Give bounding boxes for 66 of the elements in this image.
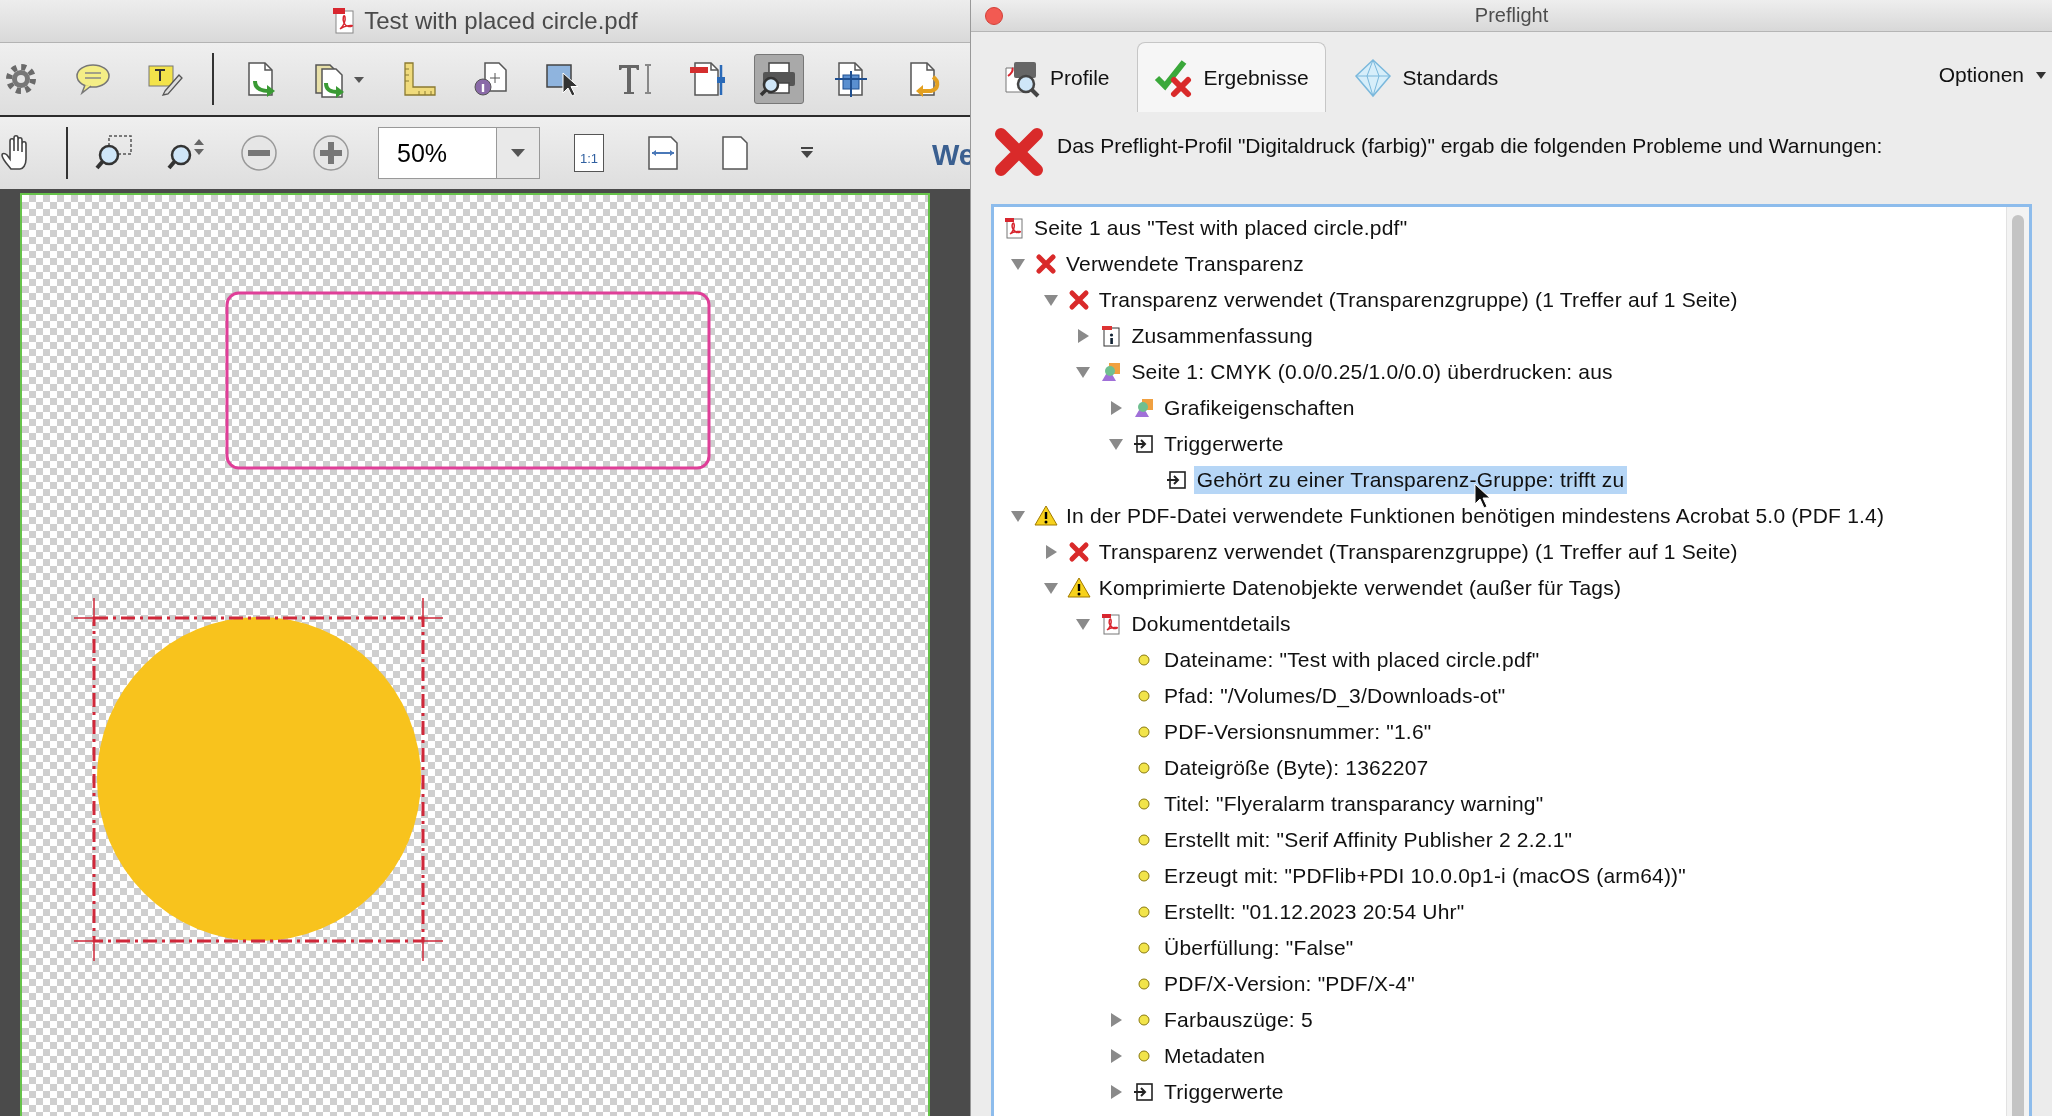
warning-icon	[1066, 576, 1091, 600]
dropdown-button[interactable]	[496, 127, 540, 179]
tab[interactable]: Ergebnisse	[1136, 42, 1326, 112]
tree-item[interactable]: Erstellt: "01.12.2023 20:54 Uhr"	[1161, 898, 1468, 926]
tree-item[interactable]: Triggerwerte	[1161, 1078, 1287, 1106]
tree-item[interactable]: Triggerwerte	[1161, 430, 1287, 458]
tree-item[interactable]: Seite 1: CMYK (0.0/0.25/1.0/0.0) überdrucken: aus	[1128, 358, 1616, 386]
result-message: Das Preflight-Profil "Digitaldruck (farbig)" ergab die folgenden Probleme und Warnungen:	[1057, 134, 1883, 158]
tree-item[interactable]: Dateigröße (Byte): 1362207	[1161, 754, 1432, 782]
tree-item[interactable]: PDF/X-Version: "PDF/X-4"	[1161, 970, 1418, 998]
disclosure-triangle[interactable]	[1011, 257, 1025, 271]
zoom-field[interactable]: 50%	[378, 127, 496, 179]
diamond-icon	[1352, 57, 1393, 98]
disclosure-triangle[interactable]	[1076, 329, 1091, 343]
zoom-out-icon	[239, 133, 279, 173]
tree-item[interactable]: Dateiname: "Test with placed circle.pdf"	[1161, 646, 1543, 674]
more-icon	[800, 147, 814, 159]
tree-item[interactable]: Verwendete Transparenz	[1063, 250, 1307, 278]
tree-item[interactable]: Dokumentdetails	[1128, 610, 1294, 638]
tree-item[interactable]: Zusammenfassung	[1128, 322, 1316, 350]
tree-item[interactable]: Farbauszüge: 5	[1161, 1006, 1316, 1034]
tree-item[interactable]: Metadaten	[1161, 1042, 1269, 1070]
disclosure-triangle[interactable]	[1076, 365, 1091, 379]
document-slider-icon	[687, 59, 727, 99]
zoom-in-icon	[311, 133, 351, 173]
tree-item[interactable]: Gehört zu einer Transparenz-Gruppe: trifft zu	[1193, 466, 1628, 494]
warning-icon	[1034, 504, 1058, 528]
cross-icon	[1034, 252, 1058, 276]
tree-item[interactable]: In der PDF-Datei verwendete Funktionen benötigen mindestens Acrobat 5.0 (PDF 1.4)	[1063, 502, 1888, 530]
disclosure-triangle[interactable]	[1076, 617, 1091, 631]
tree-item[interactable]: Erstellt mit: "Serif Affinity Publisher 2 2.2.1"	[1161, 826, 1576, 854]
tree-item[interactable]: Pfad: "/Volumes/D_3/Downloads-ot"	[1161, 682, 1509, 710]
pdf-document-icon	[332, 7, 357, 35]
disclosure-triangle[interactable]	[1109, 1085, 1124, 1099]
scrollbar-thumb[interactable]	[2012, 215, 2024, 1116]
disclosure-triangle[interactable]	[1109, 437, 1124, 451]
print-preview-button[interactable]	[754, 54, 804, 104]
actual-size-button[interactable]: 1:1	[574, 134, 604, 172]
tree-item[interactable]: Komprimierte Datenobjekte verwendet (außer für Tags)	[1095, 574, 1625, 602]
error-cross-icon	[993, 126, 1045, 178]
disclosure-triangle[interactable]	[1043, 293, 1058, 307]
window-title: Test with placed circle.pdf	[364, 7, 638, 35]
options-menu[interactable]: Optionen	[1938, 63, 2052, 87]
pdf-document-icon	[1002, 216, 1026, 240]
tree-item[interactable]: Seite 1 aus "Test with placed circle.pdf"	[1031, 214, 1411, 242]
tab[interactable]: Profile	[983, 42, 1127, 112]
caret-icon	[2036, 71, 2046, 79]
close-button[interactable]	[985, 6, 1003, 25]
disclosure-triangle[interactable]	[1109, 1049, 1124, 1063]
caret-icon	[511, 149, 525, 157]
tree-item[interactable]: Erzeugt mit: "PDFlib+PDI 10.0.0p1-i (macOS (arm64))"	[1161, 862, 1689, 890]
disclosure-triangle[interactable]	[1043, 581, 1058, 595]
disclosure-triangle[interactable]	[1109, 1013, 1124, 1027]
tree-item[interactable]: Transparenz verwendet (Transparenzgruppe) (1 Treffer auf 1 Seite)	[1095, 538, 1741, 566]
tree-item[interactable]: Titel: "Flyeralarm transparancy warning"	[1161, 790, 1547, 818]
tree-item[interactable]: Grafikeigenschaften	[1161, 394, 1358, 422]
tree-item[interactable]: Transparenz verwendet (Transparenzgruppe) (1 Treffer auf 1 Seite)	[1095, 286, 1741, 314]
disclosure-triangle[interactable]	[1043, 545, 1058, 559]
box-arrow-icon	[1164, 468, 1189, 492]
tree-item[interactable]: Überfüllung: "False"	[1161, 934, 1357, 962]
tab[interactable]: Standards	[1335, 42, 1516, 112]
disclosure-triangle[interactable]	[1011, 509, 1025, 523]
disclosure-triangle[interactable]	[1109, 401, 1124, 415]
check-cross-icon	[1153, 57, 1194, 98]
window-title: Preflight	[1474, 4, 1549, 27]
tree-item[interactable]: PDF-Versionsnummer: "1.6"	[1161, 718, 1435, 746]
